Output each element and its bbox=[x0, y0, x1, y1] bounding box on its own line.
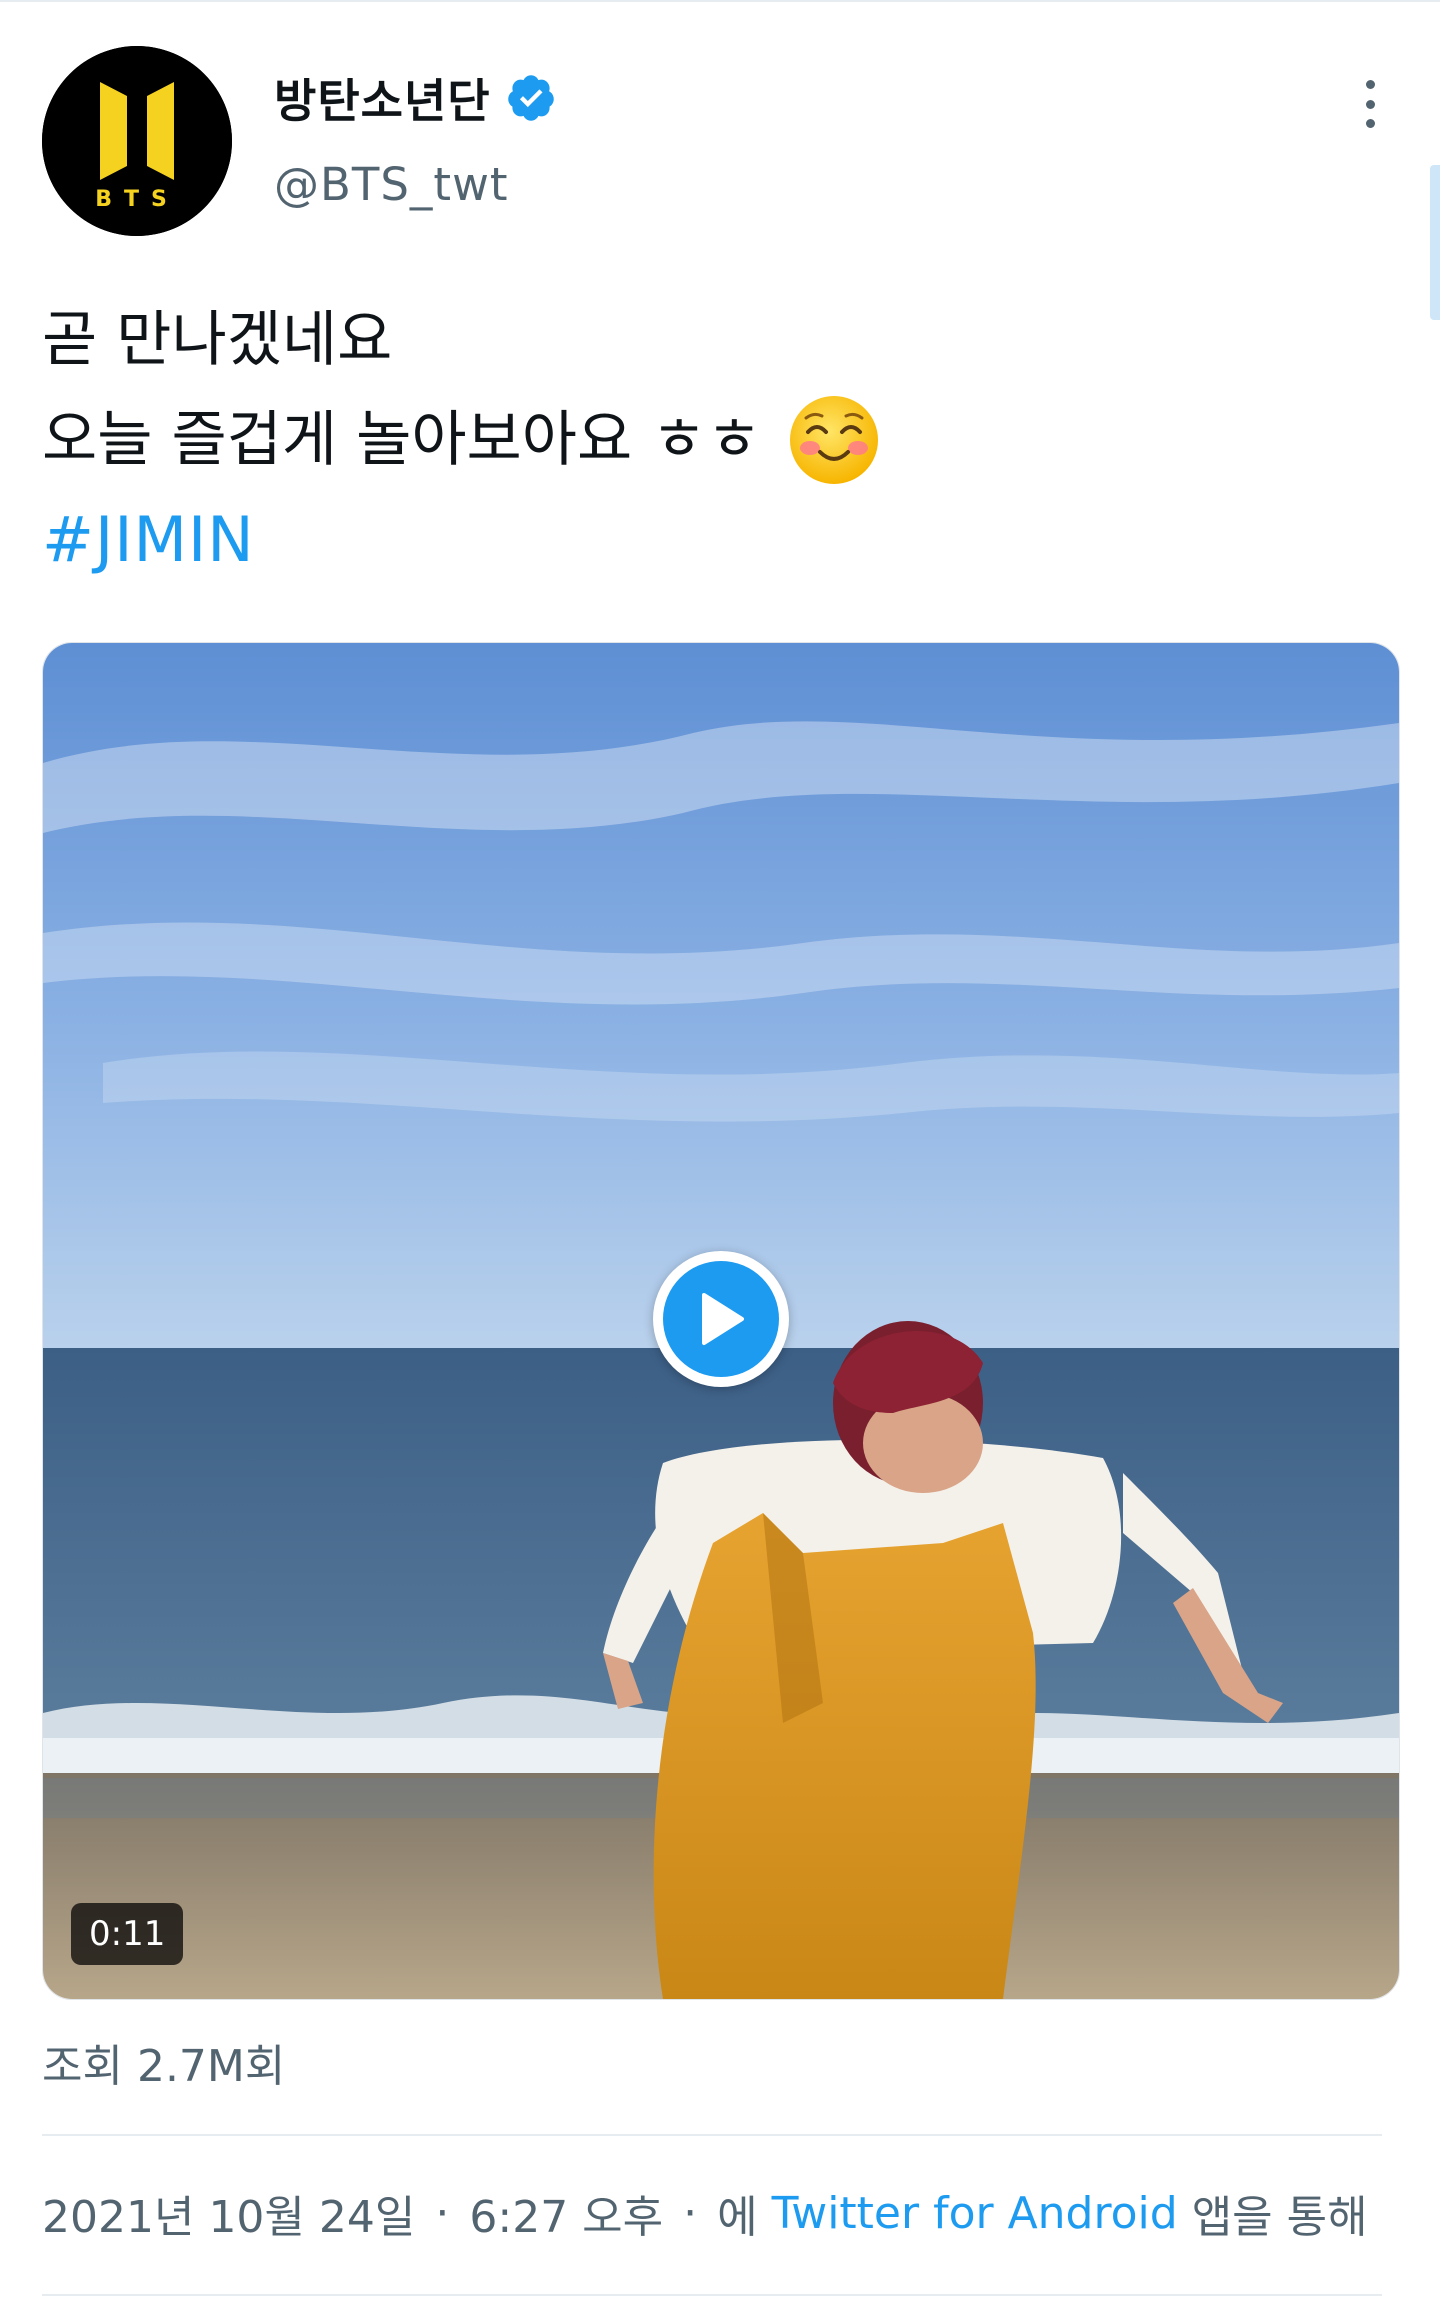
tweet-time[interactable]: 6:27 오후 bbox=[469, 2181, 663, 2245]
top-divider bbox=[0, 0, 1440, 2]
play-button[interactable] bbox=[653, 1251, 789, 1387]
more-vertical-icon-dot bbox=[1365, 119, 1375, 128]
tweet-text: 곧 만나겠네요 오늘 즐겁게 놀아보아요 ㅎㅎ #JIMIN bbox=[42, 290, 1382, 590]
tweet-date[interactable]: 2021년 10월 24일 bbox=[42, 2181, 415, 2245]
tweet-line-text: 곧 만나겠네요 bbox=[42, 305, 393, 375]
more-vertical-icon bbox=[1365, 80, 1375, 89]
tweet-metadata: 2021년 10월 24일 · 6:27 오후 · 에 Twitter for … bbox=[42, 2178, 1368, 2248]
avatar-text: BTS bbox=[95, 187, 179, 212]
tweet-line: #JIMIN bbox=[42, 490, 1382, 590]
play-icon bbox=[663, 1261, 779, 1377]
bts-logo-icon: BTS bbox=[42, 46, 232, 236]
separator-dot: · bbox=[683, 2187, 698, 2239]
bottom-divider bbox=[42, 2294, 1382, 2296]
display-name[interactable]: 방탄소년단 bbox=[274, 65, 491, 131]
source-app-link[interactable]: Twitter for Android bbox=[772, 2188, 1178, 2239]
smiling-face-with-rosy-cheeks-icon bbox=[789, 396, 878, 484]
via-suffix: 앱을 통해 bbox=[1191, 2192, 1368, 2243]
tweet-line: 곧 만나겠네요 bbox=[42, 290, 1382, 390]
tweet-line: 오늘 즐겁게 놀아보아요 ㅎㅎ bbox=[42, 390, 1382, 490]
verified-badge-icon bbox=[507, 75, 554, 121]
separator-dot: · bbox=[435, 2187, 450, 2239]
more-options-button[interactable] bbox=[1352, 74, 1388, 134]
avatar[interactable]: BTS bbox=[42, 46, 232, 236]
view-count: 조회 2.7M회 bbox=[42, 2041, 286, 2092]
scrollbar[interactable] bbox=[1430, 165, 1440, 320]
video-player[interactable]: 0:11 bbox=[42, 642, 1400, 2000]
user-handle[interactable]: @BTS_twt bbox=[274, 158, 509, 211]
tweet-line-text: 오늘 즐겁게 놀아보아요 ㅎㅎ bbox=[42, 405, 762, 475]
video-duration-badge: 0:11 bbox=[71, 1903, 184, 1965]
via-prefix: 에 bbox=[717, 2192, 758, 2243]
play-triangle-icon bbox=[702, 1293, 744, 1345]
author-name-row[interactable]: 방탄소년단 bbox=[274, 68, 557, 128]
divider bbox=[42, 2134, 1382, 2136]
more-vertical-icon-dot bbox=[1365, 99, 1375, 109]
hashtag-link[interactable]: #JIMIN bbox=[42, 490, 255, 590]
